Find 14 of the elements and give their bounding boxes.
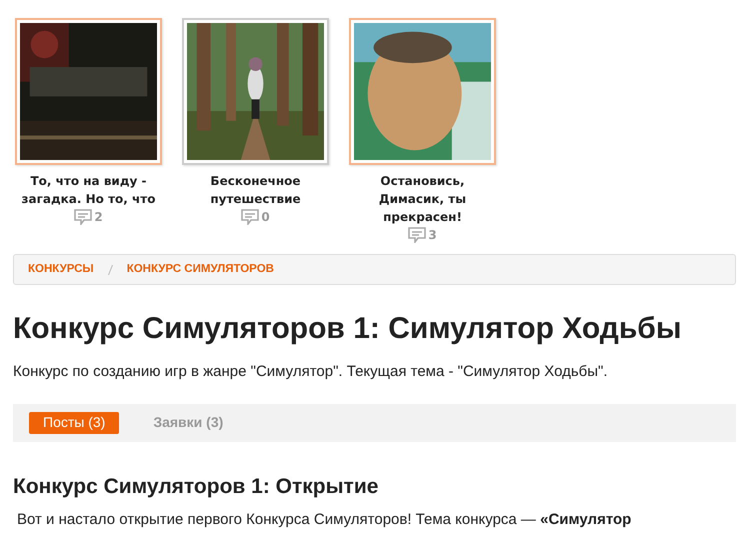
page-description: Конкурс по созданию игр в жанре "Симулятор". Текущая тема - "Симулятор Ходьбы". (13, 362, 609, 382)
separator-icon (108, 264, 113, 275)
comment-icon (74, 209, 92, 225)
post-text: Вот и настало открытие первого Конкурса Симуляторов! Тема конкурса — «Симулятор (16, 510, 632, 530)
game-title[interactable]: Бесконечное путешествие (186, 172, 326, 208)
page-title: Конкурс Симуляторов 1: Симулятор Ходьбы (13, 311, 682, 348)
game-title[interactable]: То, что на виду - загадка. Но то, что (18, 172, 158, 208)
comment-count: 0 (261, 209, 270, 226)
post-title[interactable]: Конкурс Симуляторов 1: Открытие (13, 474, 736, 499)
comment-icon (241, 209, 260, 225)
comment-count: 2 (94, 209, 103, 226)
comment-icon (408, 227, 426, 243)
game-title[interactable]: Остановись, Димасик, ты прекрасен! (352, 172, 492, 226)
comment-count: 3 (428, 227, 437, 244)
